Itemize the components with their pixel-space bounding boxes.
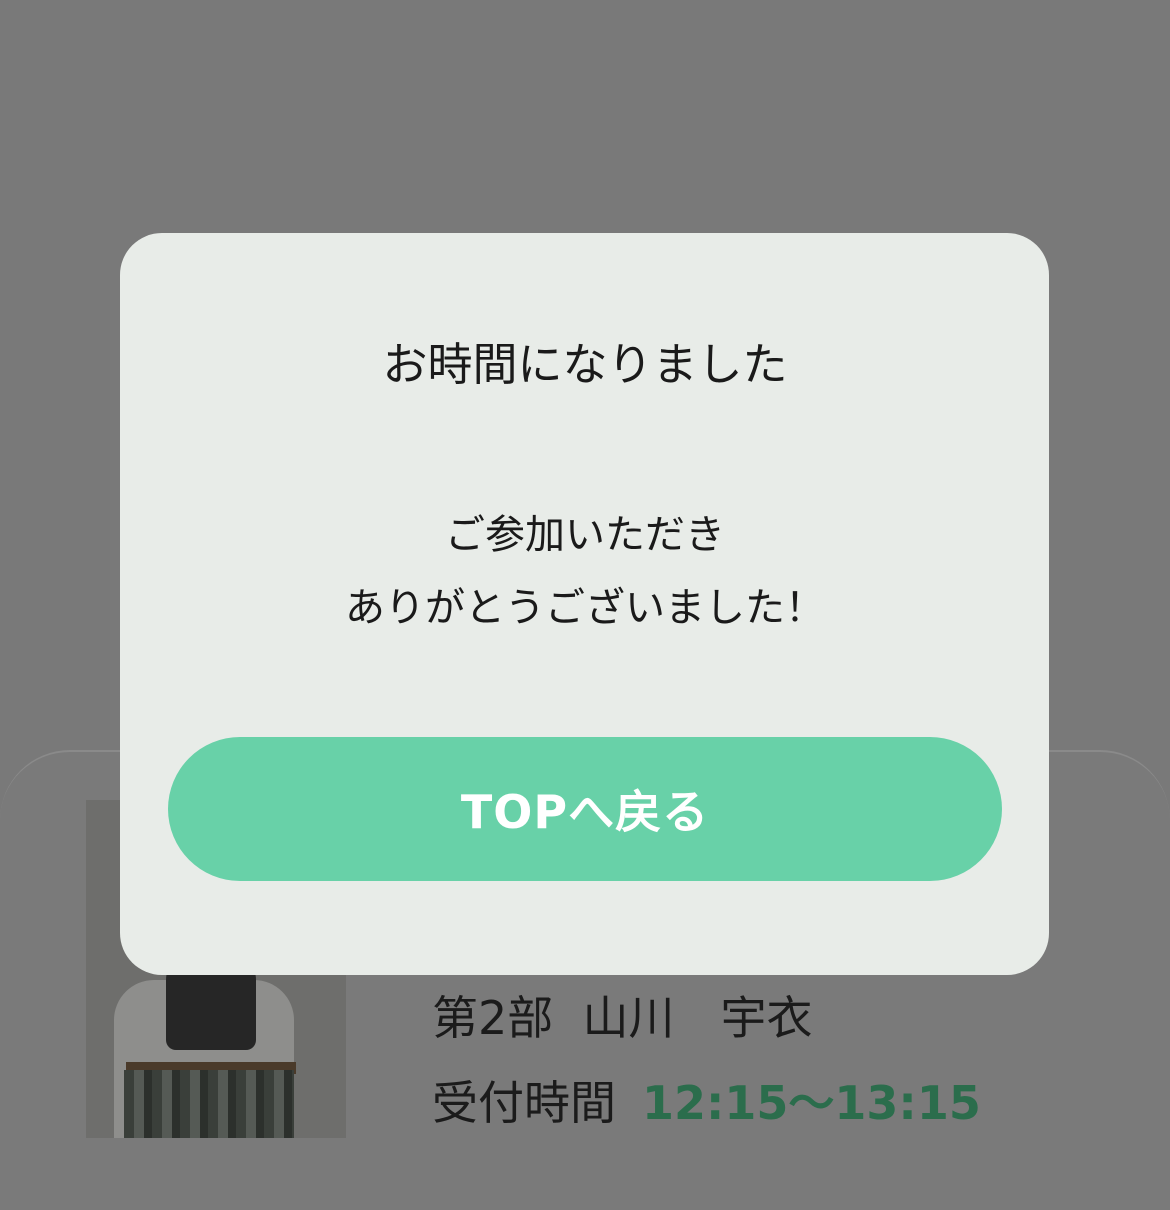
session-title: 第2部 山川 宇衣 xyxy=(432,990,813,1046)
member-name: 山川 宇衣 xyxy=(582,991,813,1045)
dialog-title: お時間になりました xyxy=(382,338,788,391)
reception-time: 12:15〜13:15 xyxy=(642,1076,981,1130)
dialog-message-line2: ありがとうございました！ xyxy=(345,585,825,631)
reception-row: 受付時間 12:15〜13:15 xyxy=(432,1075,981,1131)
reception-label: 受付時間 xyxy=(432,1076,616,1130)
back-to-top-button[interactable]: TOPへ戻る xyxy=(168,737,1002,881)
session-part: 第2部 xyxy=(432,991,554,1045)
dialog-message-line1: ご参加いただき xyxy=(445,512,725,558)
photo-skirt-shape xyxy=(124,1070,294,1138)
